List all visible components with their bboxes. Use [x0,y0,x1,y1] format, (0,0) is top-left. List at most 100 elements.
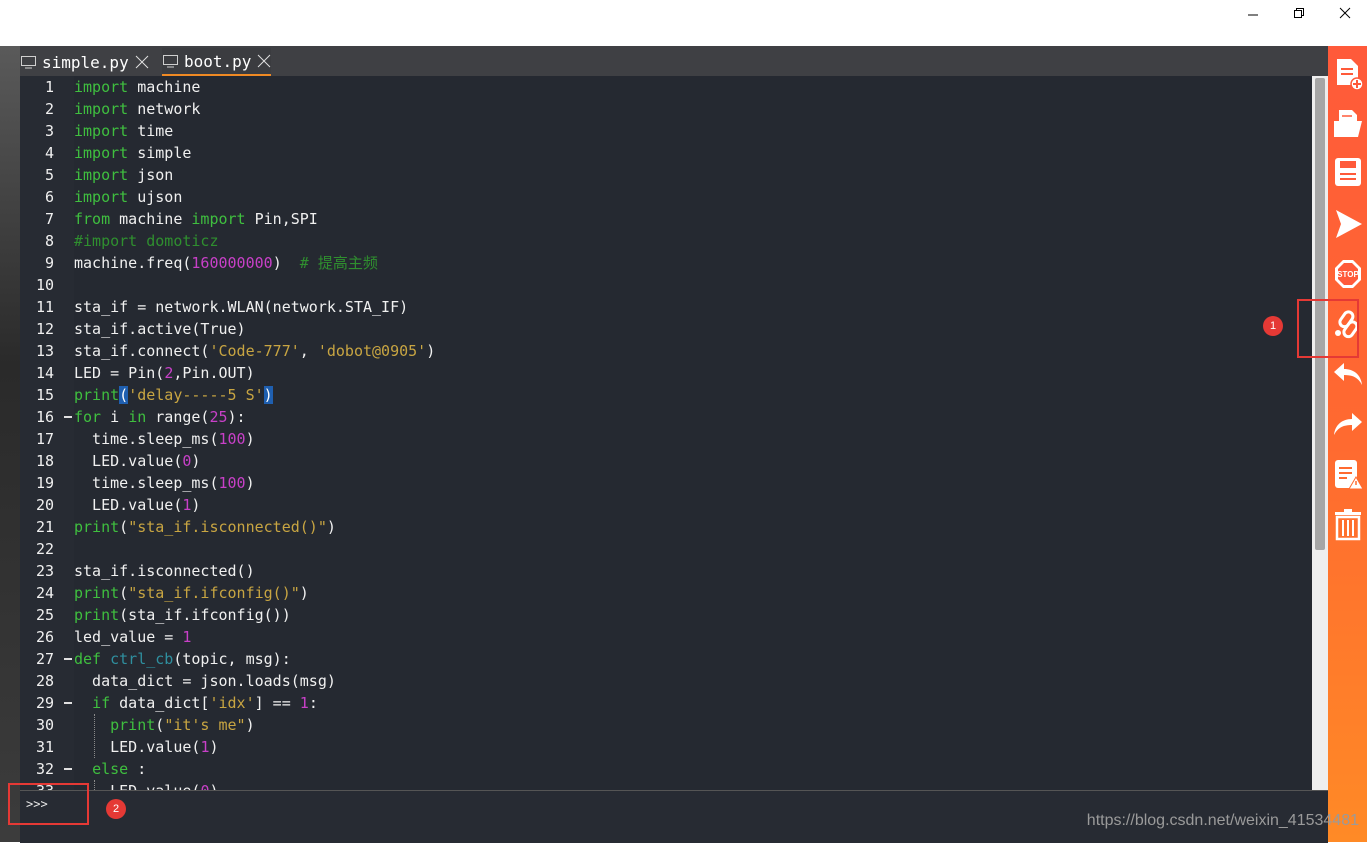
code-line: sta_if.connect('Code-777', 'dobot@0905') [74,340,435,362]
syntax-check-button[interactable] [1330,454,1366,494]
code-token: data_dict = json.loads(msg) [74,672,336,690]
code-token: sta_if = network.WLAN(network.STA_IF) [74,298,409,316]
code-line: sta_if.active(True) [74,318,246,340]
code-token: ( [119,386,129,404]
code-token: ,Pin.OUT) [173,364,255,382]
tab-label: boot.py [184,51,252,71]
code-area[interactable]: import machine import network import time i… [74,76,1312,790]
indent-guide [94,780,95,790]
undo-button[interactable] [1330,354,1366,394]
code-token: else [92,760,129,778]
close-tab-icon[interactable] [135,55,149,69]
code-token: machine.freq( [74,254,192,272]
stop-button[interactable]: STOP [1330,254,1366,294]
title-bar [0,0,1367,46]
code-token: import [74,166,129,184]
code-line: LED.value(0) [74,450,200,472]
code-line: led_value = 1 [74,626,191,648]
code-token: "sta_if.ifconfig()" [128,584,300,602]
code-token: simple [128,144,192,162]
tab-simple-py[interactable]: simple.py [20,48,149,76]
code-token: ctrl_cb [110,650,174,668]
code-token: ( [119,584,129,602]
file-monitor-icon [163,55,178,68]
close-window-button[interactable] [1322,0,1367,26]
line-number: 20 [35,496,54,514]
annotation-badge-2: 2 [106,799,126,819]
close-tab-icon[interactable] [257,54,271,68]
code-token: 'Code-777' [209,342,300,360]
tab-bar: simple.py boot.py [20,46,1328,76]
code-token: 'delay-----5 S' [128,386,264,404]
code-token: print [74,386,120,404]
code-line: sta_if = network.WLAN(network.STA_IF) [74,296,408,318]
open-folder-icon [1334,110,1362,137]
code-line: LED.value(1) [74,494,200,516]
open-file-button[interactable] [1330,104,1366,144]
code-token: "sta_if.isconnected()" [128,518,327,536]
code-line: import machine [74,76,200,98]
line-number: 10 [35,276,54,294]
line-number: 11 [35,298,54,316]
code-line: import time [74,120,173,142]
code-token: print [74,518,120,536]
code-token: for [74,408,102,426]
code-token: ) [426,342,436,360]
line-number: 21 [35,518,54,536]
line-number: 9 [44,254,54,272]
line-number: 29 [35,694,54,712]
save-icon [1335,158,1361,186]
code-token: from [74,210,111,228]
code-token: ) [191,452,201,470]
code-token: ) [326,518,336,536]
line-number: 31 [35,738,54,756]
code-token: ) [245,430,255,448]
fold-toggle-icon[interactable] [64,702,72,704]
code-token: import [74,188,129,206]
code-token: in [128,408,147,426]
code-token: ) [272,254,300,272]
fold-toggle-icon[interactable] [64,416,72,418]
code-line: from machine import Pin,SPI [74,208,318,230]
minimize-icon [1248,14,1258,16]
minimize-button[interactable] [1230,0,1276,26]
code-token: ujson [128,188,183,206]
vertical-scrollbar[interactable] [1312,76,1328,790]
syntax-check-icon [1335,460,1364,490]
code-token: data_dict[ [110,694,210,712]
line-number: 27 [35,650,54,668]
code-line: LED.value(1) [74,736,219,758]
svg-text:STOP: STOP [1337,270,1359,279]
restore-button[interactable] [1276,0,1322,26]
line-number-gutter: 1 2 3 4 5 6 7 8 9 10 11 12 13 14 15 16 17 18 19 20 21 22 23 24 2… [20,76,74,790]
code-token: import [74,122,129,140]
run-button[interactable] [1330,204,1366,244]
line-number: 22 [35,540,54,558]
new-file-button[interactable] [1330,54,1366,94]
fold-toggle-icon[interactable] [64,768,72,770]
left-window-strip [0,46,20,842]
code-line: machine.freq(160000000) # 提高主频 [74,252,378,274]
redo-button[interactable] [1330,404,1366,444]
tab-boot-py[interactable]: boot.py [162,48,272,76]
fold-toggle-icon[interactable] [64,658,72,660]
code-token: LED = Pin( [74,364,165,382]
line-number: 26 [35,628,54,646]
clear-button[interactable] [1330,504,1366,544]
code-line: if data_dict['idx'] == 1: [74,692,318,714]
code-editor[interactable]: 1 2 3 4 5 6 7 8 9 10 11 12 13 14 15 16 17 18 19 20 21 22 23 24 2… [20,76,1328,790]
line-number: 2 [44,100,54,118]
code-token: , [299,342,318,360]
code-token: LED.value( [74,738,201,756]
code-line: LED = Pin(2,Pin.OUT) [74,362,255,384]
line-number: 7 [44,210,54,228]
line-number: 24 [35,584,54,602]
save-button[interactable] [1330,152,1366,192]
code-token: : [308,694,318,712]
code-token: 1 [299,694,309,712]
code-token: 160000000 [191,254,273,272]
code-line: for i in range(25): [74,406,246,428]
code-token: import [74,144,129,162]
code-token: ) [209,738,219,756]
